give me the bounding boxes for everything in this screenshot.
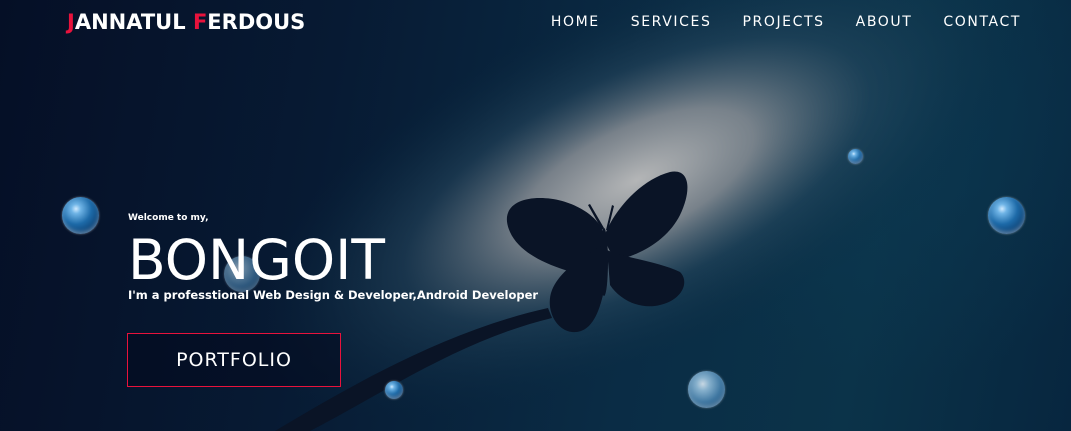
nav-link-contact[interactable]: CONTACT <box>943 14 1021 30</box>
nav-link-about[interactable]: ABOUT <box>856 14 913 30</box>
bubble-decoration <box>62 197 99 234</box>
bubble-decoration <box>848 149 863 164</box>
brand-last-initial: F <box>192 10 208 34</box>
bubble-decoration <box>385 381 403 399</box>
hero-title: BONGOIT <box>128 228 385 292</box>
welcome-text: Welcome to my, <box>128 213 209 223</box>
nav-link-services[interactable]: SERVICES <box>631 14 712 30</box>
nav-link-home[interactable]: HOME <box>551 14 600 30</box>
hero-content: Welcome to my, BONGOIT I'm a professtion… <box>128 213 538 302</box>
brand-last-rest: ERDOUS <box>207 10 306 34</box>
bubble-decoration <box>988 197 1025 234</box>
brand-logo[interactable]: JANNATUL FERDOUS <box>67 10 305 34</box>
brand-first-rest: ANNATUL <box>74 10 193 34</box>
bubble-decoration <box>688 371 725 408</box>
hero-subtitle: I'm a professtional Web Design & Develop… <box>128 288 539 302</box>
nav-links: HOME SERVICES PROJECTS ABOUT CONTACT <box>520 14 1021 30</box>
brand-first-initial: J <box>67 10 75 34</box>
portfolio-button[interactable]: PORTFOLIO <box>127 333 341 387</box>
top-navbar: JANNATUL FERDOUS HOME SERVICES PROJECTS … <box>0 0 1071 46</box>
hero-section: JANNATUL FERDOUS HOME SERVICES PROJECTS … <box>0 0 1071 431</box>
nav-link-projects[interactable]: PROJECTS <box>742 14 824 30</box>
